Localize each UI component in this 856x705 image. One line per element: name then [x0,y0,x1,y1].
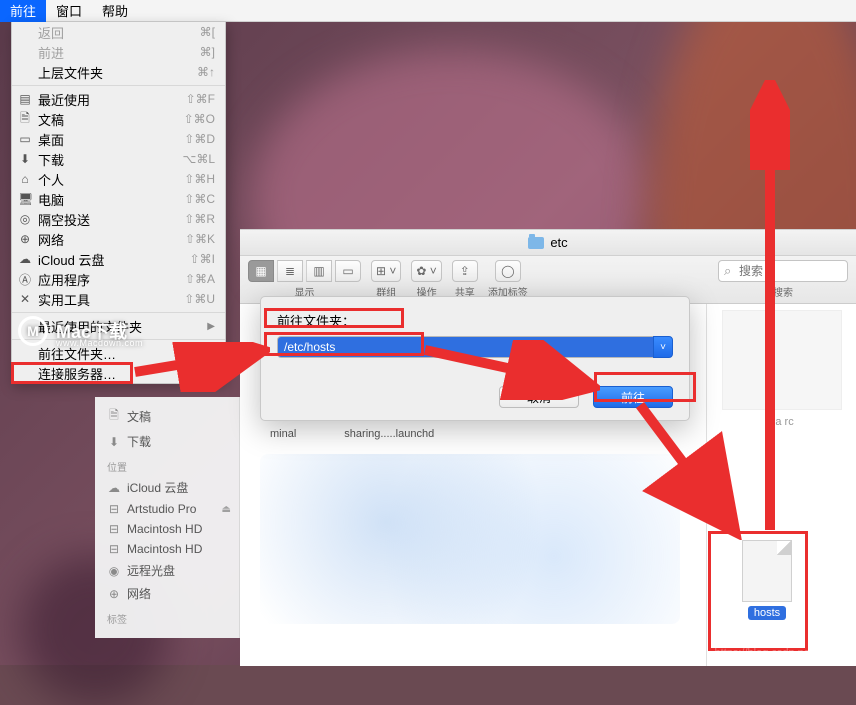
submenu-arrow-icon: ▶ [207,321,215,332]
documents-icon: 🗎 [18,109,32,130]
disk-icon: ⊟ [107,502,121,516]
menu-up-folder[interactable]: 上层文件夹⌘↑ [12,62,225,82]
documents-icon: 🗎 [107,406,121,427]
annotation-box [11,362,133,384]
menu-computer[interactable]: 🖥电脑⇧⌘C [12,189,225,209]
menu-network[interactable]: ⊕网络⇧⌘K [12,229,225,249]
annotation-arrow [620,400,760,540]
file-label[interactable]: minal [270,428,296,440]
tags-btn[interactable]: ◯ [495,260,521,282]
finder-sidebar: 🗎文稿 ⬇下载 位置 ☁iCloud 云盘 ⊟Artstudio Pro⏏ ⊟M… [95,397,240,638]
utilities-icon: ✕ [18,292,32,306]
sidebar-artstudio[interactable]: ⊟Artstudio Pro⏏ [95,499,239,519]
downloads-icon: ⬇ [107,435,121,449]
sidebar-macintosh-hd-1[interactable]: ⊟Macintosh HD [95,519,239,539]
menu-apps[interactable]: Ⓐ应用程序⇧⌘A [12,269,225,289]
desktop-icon: ▭ [18,132,32,146]
menu-forward: 前进⌘] [12,42,225,62]
optical-icon: ◉ [107,564,121,578]
sidebar-tags-heading: 标签 [95,605,239,628]
airdrop-icon: ◎ [18,212,32,226]
menu-documents[interactable]: 🗎文稿⇧⌘O [12,109,225,129]
action-btn[interactable]: ✿ ˅ [411,260,441,282]
disk-icon: ⊟ [107,522,121,536]
menu-desktop[interactable]: ▭桌面⇧⌘D [12,129,225,149]
home-icon: ⌂ [18,172,32,186]
menu-icloud[interactable]: ☁iCloud 云盘⇧⌘I [12,249,225,269]
sidebar-locations-heading: 位置 [95,453,239,476]
view-icon-btn[interactable]: ▦ [248,260,274,282]
blurred-thumbs [260,454,680,624]
menubar-window[interactable]: 窗口 [46,0,92,22]
clock-doc-icon: ▤ [18,92,32,106]
group-btn[interactable]: ⊞ ˅ [371,260,401,282]
network-icon: ⊕ [107,587,121,601]
folder-icon [528,237,544,249]
file-labels-row: minal sharing.....launchd [270,428,434,440]
sidebar-network[interactable]: ⊕网络 [95,582,239,605]
downloads-icon: ⬇ [18,152,32,166]
eject-icon[interactable]: ⏏ [222,504,231,515]
sidebar-macintosh-hd-2[interactable]: ⊟Macintosh HD [95,539,239,559]
macdown-watermark: M Mac下载 www.Macdown.com [18,316,127,346]
annotation-box [708,531,808,651]
apps-icon: Ⓐ [18,271,32,288]
annotation-arrow [130,342,270,392]
menu-downloads[interactable]: ⬇下载⌥⌘L [12,149,225,169]
menu-airdrop[interactable]: ◎隔空投送⇧⌘R [12,209,225,229]
view-column-btn[interactable]: ▥ [306,260,332,282]
network-icon: ⊕ [18,232,32,246]
annotation-box [264,332,424,356]
disk-icon: ⊟ [107,542,121,556]
csdn-watermark: https://blog.csdn.net/lhf688 [715,647,846,659]
sidebar-remote-disc[interactable]: ◉远程光盘 [95,559,239,582]
icloud-icon: ☁ [107,481,121,495]
menu-home[interactable]: ⌂个人⇧⌘H [12,169,225,189]
menu-recents[interactable]: ▤最近使用⇧⌘F [12,89,225,109]
file-label[interactable]: sharing.....launchd [344,428,434,440]
view-list-btn[interactable]: ≣ [277,260,303,282]
window-title: etc [550,235,567,250]
annotation-box [594,372,696,402]
annotation-arrow [420,340,600,400]
share-btn[interactable]: ⇪ [452,260,478,282]
menubar-go[interactable]: 前往 [0,0,46,22]
computer-icon: 🖥 [18,192,32,206]
annotation-box [264,308,404,328]
menubar-help[interactable]: 帮助 [92,0,138,22]
annotation-arrow [750,80,790,540]
menu-utilities[interactable]: ✕实用工具⇧⌘U [12,289,225,309]
combo-dropdown-btn[interactable]: ˅ [653,336,673,358]
icloud-icon: ☁ [18,252,32,266]
sidebar-icloud[interactable]: ☁iCloud 云盘 [95,476,239,499]
view-gallery-btn[interactable]: ▭ [335,260,361,282]
menu-back: 返回⌘[ [12,22,225,42]
menubar: 前往 窗口 帮助 [0,0,856,22]
sidebar-downloads[interactable]: ⬇下载 [95,430,239,453]
sidebar-documents[interactable]: 🗎文稿 [95,403,239,430]
